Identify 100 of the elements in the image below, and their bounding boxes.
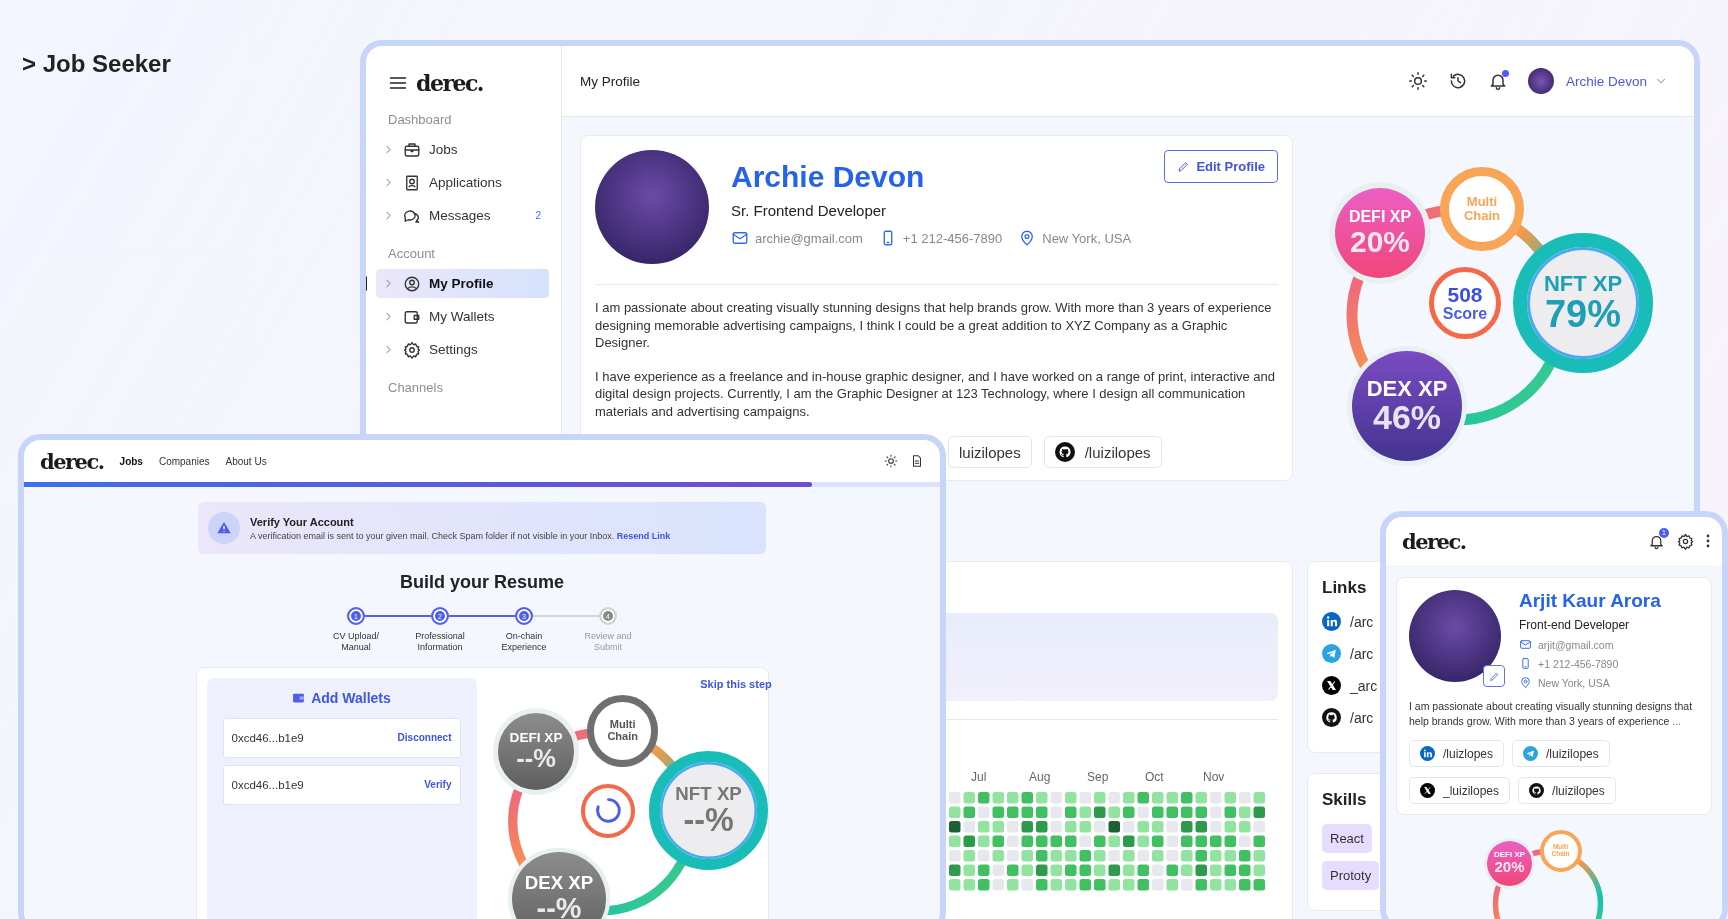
circle-value: --% [683,803,734,838]
circle-label: DEFI XP [509,730,563,746]
social-link[interactable]: /luizilopes [1518,777,1616,804]
phone-icon [1519,657,1532,670]
sidebar-item[interactable]: Jobs [376,135,549,164]
panel-title: Add Wallets [311,689,391,706]
location: New York, USA [1538,676,1610,689]
section-title: Channels [387,380,444,395]
wallet-address: 0xcd46...b1e9 [231,731,304,744]
step-label: CV Upload/ Manual [332,631,380,653]
link-text[interactable]: /arc [1350,645,1374,662]
pencil-icon [1488,670,1500,682]
circle-label: Score [1442,305,1488,323]
item-label: Settings [429,342,478,357]
item-label: My Wallets [429,309,495,324]
banner-text: A verification email is sent to your given mail. Check Spam folder if not visible in your Inbox. Resend Link [250,530,671,541]
sidebar-item[interactable]: Messages 2 [376,201,549,230]
telegram-icon [1523,746,1539,761]
x-logo-icon [1420,783,1435,798]
circle-label: Multi Chain [606,719,640,743]
step-label: On-chain Experience [500,631,548,653]
profile-name: Archie Devon [731,160,926,194]
badge-icon [403,173,421,192]
settings-icon [1677,532,1694,550]
page-heading: Build your Resume [400,572,564,593]
sidebar-item[interactable]: Applications [376,168,549,197]
logo[interactable]: derec. [40,448,104,474]
nav-link[interactable]: Companies [158,455,210,467]
social-link[interactable]: luizilopes [948,436,1032,468]
social-link[interactable]: /luizlopes [1409,740,1505,767]
month-label: Jul [971,770,988,784]
logo[interactable]: derec. [1402,528,1466,554]
circle-value: --% [536,893,582,919]
github-icon [1322,708,1341,727]
sidebar-item[interactable]: My Wallets [376,302,549,331]
mail-icon [1519,638,1532,651]
location-icon [1519,676,1532,689]
month-label: Oct [1145,770,1165,784]
profile-name: Arjit Kaur Arora [1519,590,1661,612]
unread-count: 2 [535,210,541,221]
sidebar-item[interactable]: Settings [376,335,549,364]
step-label: Review and Submit [583,631,633,653]
github-icon [1054,442,1075,462]
nav-link[interactable]: Jobs [119,455,143,467]
edit-avatar-button[interactable] [1483,665,1505,687]
logo[interactable]: derec. [416,70,484,96]
circle-value: 20% [1494,859,1525,876]
social-link[interactable]: /luizilopes [1512,740,1610,767]
page-heading: My Profile [580,73,640,89]
sun-icon [1407,71,1428,91]
linkedin-icon [1420,746,1435,761]
social-link[interactable]: _luizilopes [1409,777,1511,804]
skip-link[interactable]: Skip this step [700,677,772,690]
avatar[interactable] [1527,68,1554,94]
x-logo-icon [1322,676,1341,695]
document-icon [910,454,924,468]
mail-icon [731,229,749,247]
wallet-action-link[interactable]: Verify [424,779,452,791]
wallet-action-link[interactable]: Disconnect [397,732,452,744]
wallet-address: 0xcd46...b1e9 [231,778,304,791]
circle-label: DEFI XP [1493,850,1526,860]
job-title: Front-end Developer [1519,618,1631,632]
skill-tag: React [1322,824,1372,853]
circle-value: 508 [1447,283,1483,306]
linkedin-icon [1322,612,1341,631]
item-label: Applications [429,175,502,190]
social-link[interactable]: /luizilopes [1043,436,1162,468]
card-title: Skills [1322,790,1367,810]
more-icon[interactable] [1706,534,1710,548]
circle-label: NFT XP [1543,271,1623,295]
item-label: My Profile [429,276,494,291]
month-label: Sep [1087,770,1110,784]
circle-value: 79% [1544,294,1622,335]
warning-icon [208,512,240,544]
circle-label: Multi Chain [1462,195,1502,223]
read-more-link[interactable]: ... [1672,714,1681,727]
wallet-icon [292,691,306,705]
user-name[interactable]: Archie Devon [1565,73,1647,89]
job-title: Sr. Frontend Developer [731,202,888,219]
location: New York, USA [1042,230,1132,246]
skill-tag: Prototy [1322,861,1380,890]
resend-link[interactable]: Resend Link [616,530,671,541]
telegram-icon [1322,644,1341,663]
circle-label: DEFI XP [1348,208,1412,226]
link-text[interactable]: /arc [1350,709,1374,726]
item-label: Messages [429,208,491,223]
item-label: Jobs [429,142,458,157]
step-label: Professional Information [414,631,466,653]
link-text[interactable]: _arc [1350,677,1378,694]
link-text[interactable]: /arc [1350,613,1374,630]
circle-value: --% [516,745,556,772]
nav-link[interactable]: About Us [225,455,267,467]
edit-profile-button[interactable]: Edit Profile [1164,150,1278,183]
section-title: Dashboard [387,112,453,127]
circle-value: 20% [1349,225,1410,258]
banner-title: Verify Your Account [250,515,355,528]
bio-paragraph: I have experience as a freelance and in-house graphic designer, and I have worked on a range of print, interactive and digital design projects. Currently, I am the Graphic Designer at 123 Technology, where I design all communication materials and advertising campaigns. [595,367,1277,420]
briefcase-icon [403,140,421,159]
bio-paragraph: I am passionate about creating visually stunning designs that help brands grow. With more than 3 years of experience ... [1409,699,1694,728]
phone: +1 212-456-7890 [902,230,1003,246]
